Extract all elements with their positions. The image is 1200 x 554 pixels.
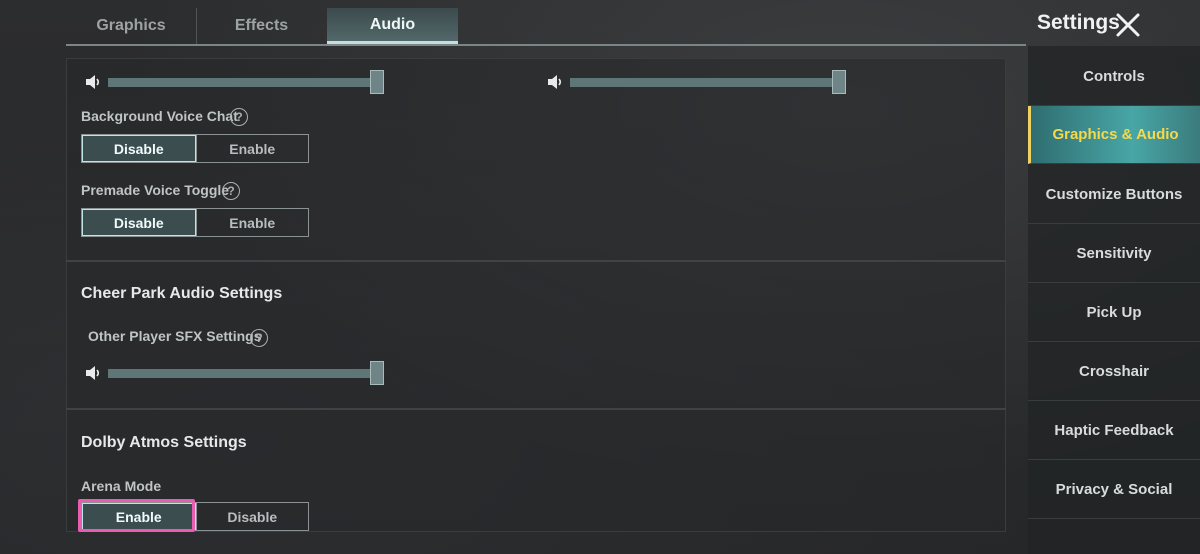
slider-thumb[interactable]: [370, 70, 384, 94]
focus-highlight: [78, 499, 195, 532]
tab-graphics[interactable]: Graphics: [66, 8, 196, 44]
settings-title: Settings: [1037, 11, 1120, 34]
background-voice-chat-label: Background Voice Chat: [81, 108, 238, 124]
sidebar-item-crosshair[interactable]: Crosshair: [1028, 343, 1200, 401]
help-icon[interactable]: ?: [222, 182, 240, 200]
section-divider: [66, 260, 1006, 262]
sidebar-item-controls[interactable]: Controls: [1028, 48, 1200, 106]
top-tab-bar: Graphics Effects Audio: [66, 8, 1026, 46]
premade-voice-toggle: Disable Enable: [81, 208, 309, 237]
slider-track: [108, 78, 378, 87]
dolby-atmos-section-title: Dolby Atmos Settings: [81, 434, 247, 451]
sidebar-item-haptic-feedback[interactable]: Haptic Feedback: [1028, 402, 1200, 460]
sidebar-item-privacy-social[interactable]: Privacy & Social: [1028, 461, 1200, 519]
sidebar-item-customize-buttons[interactable]: Customize Buttons: [1028, 166, 1200, 224]
volume-slider-1[interactable]: [84, 70, 384, 94]
background-voice-chat-toggle: Disable Enable: [81, 134, 309, 163]
other-player-sfx-slider[interactable]: [84, 361, 384, 385]
slider-track: [570, 78, 840, 87]
sidebar-item-sensitivity[interactable]: Sensitivity: [1028, 225, 1200, 283]
sidebar-item-pick-up[interactable]: Pick Up: [1028, 284, 1200, 342]
sidebar-item-graphics-audio[interactable]: Graphics & Audio: [1028, 106, 1200, 164]
arena-mode-label: Arena Mode: [81, 478, 162, 494]
close-icon[interactable]: [1115, 12, 1141, 38]
section-divider: [66, 408, 1006, 410]
disable-option[interactable]: Disable: [195, 503, 309, 530]
slider-track: [108, 369, 378, 378]
premade-voice-toggle-label: Premade Voice Toggle: [81, 182, 230, 198]
other-player-sfx-label: Other Player SFX Settings: [88, 328, 262, 344]
tab-audio[interactable]: Audio: [327, 8, 458, 44]
enable-option[interactable]: Enable: [195, 209, 309, 236]
help-icon[interactable]: ?: [250, 329, 268, 347]
disable-option[interactable]: Disable: [82, 209, 196, 236]
slider-thumb[interactable]: [370, 361, 384, 385]
speaker-icon: [86, 366, 100, 380]
disable-option[interactable]: Disable: [82, 135, 196, 162]
help-icon[interactable]: ?: [230, 108, 248, 126]
speaker-icon: [86, 75, 100, 89]
tab-effects[interactable]: Effects: [196, 8, 326, 44]
slider-thumb[interactable]: [832, 70, 846, 94]
settings-sidebar: Controls Graphics & Audio Customize Butt…: [1028, 46, 1200, 554]
cheer-park-section-title: Cheer Park Audio Settings: [81, 285, 283, 302]
volume-slider-2[interactable]: [546, 70, 846, 94]
enable-option[interactable]: Enable: [195, 135, 309, 162]
speaker-icon: [548, 75, 562, 89]
